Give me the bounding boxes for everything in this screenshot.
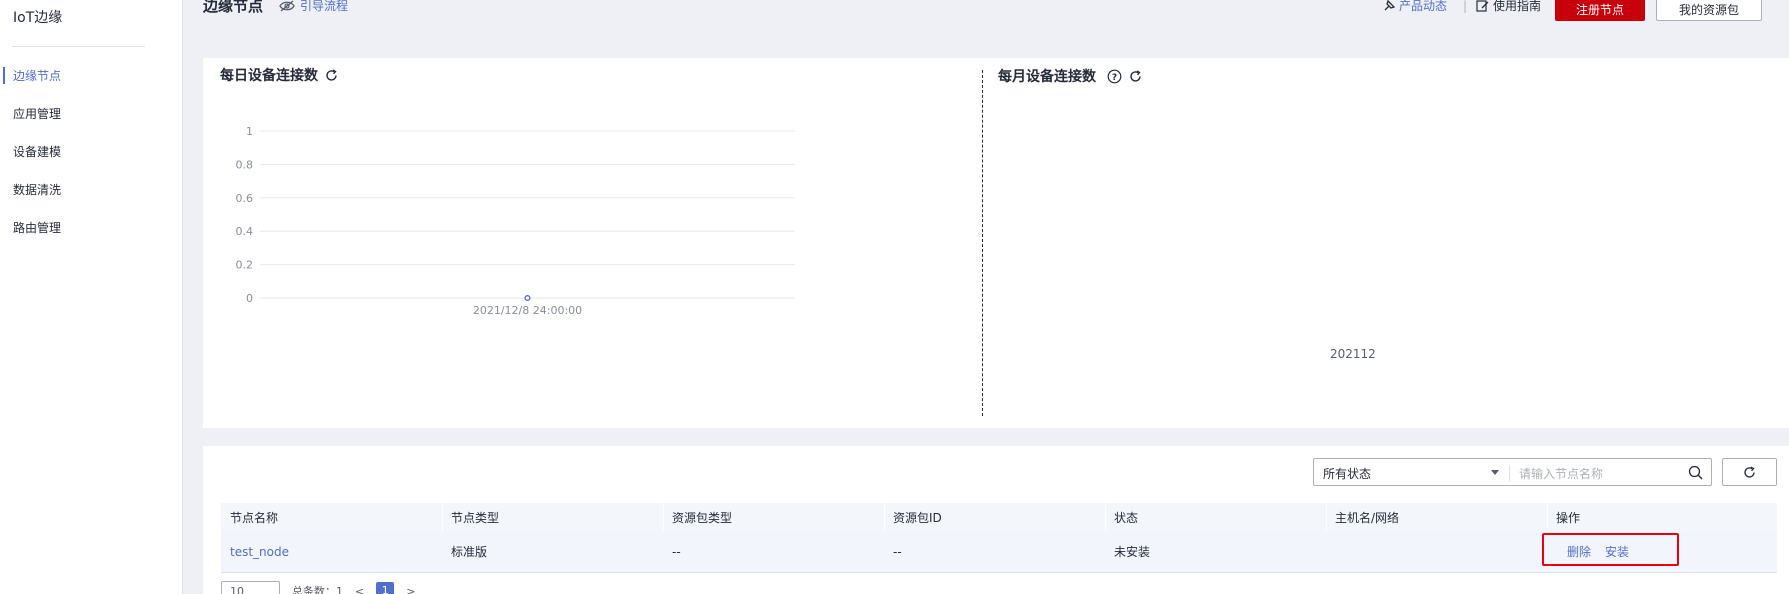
y-tick-label: 0.6 [236,192,254,205]
product-news-link[interactable]: 产品动态 [1383,0,1447,14]
refresh-icon[interactable] [1129,69,1142,83]
sidebar-item-route-management[interactable]: 路由管理 [13,219,61,236]
prev-page-button[interactable]: < [355,585,364,594]
page-header: 边缘节点 引导流程 产品动态 | 使用指南 注册节点 我的资源包 [183,0,1789,22]
table-header: 节点名称 节点类型 资源包类型 资源包ID 状态 主机名/网络 操作 [221,503,1777,531]
register-node-button[interactable]: 注册节点 [1555,0,1645,21]
node-type-cell: 标准版 [451,545,488,559]
help-icon[interactable]: ? [1107,69,1122,84]
my-packages-button[interactable]: 我的资源包 [1656,0,1762,21]
node-search-input[interactable]: 请输入节点名称 [1509,458,1712,486]
search-icon[interactable] [1688,465,1703,480]
column-header-ops: 操作 [1547,503,1777,531]
column-header-host[interactable]: 主机名/网络 [1326,503,1547,531]
sidebar-item-device-modeling[interactable]: 设备建模 [13,143,61,160]
y-tick-label: 1 [246,125,253,138]
user-guide-label: 使用指南 [1493,0,1542,13]
package-type-cell: -- [672,544,681,559]
column-header-status[interactable]: 状态 [1105,503,1326,531]
edit-doc-icon [1476,0,1489,12]
y-tick-label: 0.2 [236,259,254,272]
host-cell [1326,531,1547,572]
monthly-x-tick-label: 202112 [1330,347,1376,361]
monthly-chart-title-group: 每月设备连接数 ? [998,66,1142,86]
user-guide-link[interactable]: 使用指南 [1476,0,1541,14]
column-header-type[interactable]: 节点类型 [442,503,663,531]
page-button-current[interactable]: 1 [376,582,395,594]
sidebar-active-indicator [3,67,5,84]
data-point[interactable] [524,294,531,301]
node-name-link[interactable]: test_node [230,545,289,559]
column-header-package-id[interactable]: 资源包ID [884,503,1105,531]
y-tick-label: 0 [246,292,253,305]
daily-chart: 0 0.2 0.4 0.6 0.8 1 2021/12/8 24:00:00 [236,125,795,317]
page-title: 边缘节点 [203,0,264,15]
caret-down-icon [1491,470,1499,475]
guide-link-label: 引导流程 [300,0,349,13]
pagination: 10 总条数：1 < 1 > [221,581,415,594]
nodes-table-card: 所有状态 请输入节点名称 节点名称 节点类型 资源包类型 资源包ID 状态 主机… [203,446,1789,594]
search-placeholder: 请输入节点名称 [1519,467,1604,481]
ops-highlight-box [1542,533,1679,566]
sidebar-divider [12,46,145,47]
total-count: 总条数：1 [292,585,343,594]
product-news-label: 产品动态 [1399,0,1448,13]
column-header-package-type[interactable]: 资源包类型 [663,503,884,531]
pin-icon [1384,0,1395,10]
status-cell: 未安装 [1114,545,1151,559]
column-header-name[interactable]: 节点名称 [221,503,442,531]
table-refresh-button[interactable] [1722,458,1777,486]
status-filter-select[interactable]: 所有状态 [1313,458,1509,486]
sidebar-item-app-management[interactable]: 应用管理 [13,105,61,122]
status-filter-value: 所有状态 [1323,467,1372,481]
monthly-chart-title: 每月设备连接数 [998,69,1096,85]
next-page-button[interactable]: > [406,585,415,594]
guide-link[interactable]: 引导流程 [279,0,348,14]
y-tick-label: 0.4 [236,225,254,238]
package-id-cell: -- [893,544,902,559]
sidebar-title: IoT边缘 [13,10,63,26]
sidebar-item-edge-nodes[interactable]: 边缘节点 [13,67,61,84]
y-tick-label: 0.8 [236,158,254,171]
charts-card: 每日设备连接数 0 0.2 0.4 0.6 0.8 1 2021/12/8 24:00:00… [203,58,1789,428]
chart-divider [982,70,983,416]
svg-text:?: ? [1112,73,1117,83]
refresh-icon [1744,465,1755,478]
sidebar-item-data-cleaning[interactable]: 数据清洗 [13,181,61,198]
x-tick-label: 2021/12/8 24:00:00 [473,304,582,317]
eye-off-icon [279,0,295,11]
sidebar: IoT边缘 边缘节点 应用管理 设备建模 数据清洗 路由管理 [0,0,183,594]
page-size-select[interactable]: 10 [221,581,280,594]
header-separator: | [1463,0,1468,13]
